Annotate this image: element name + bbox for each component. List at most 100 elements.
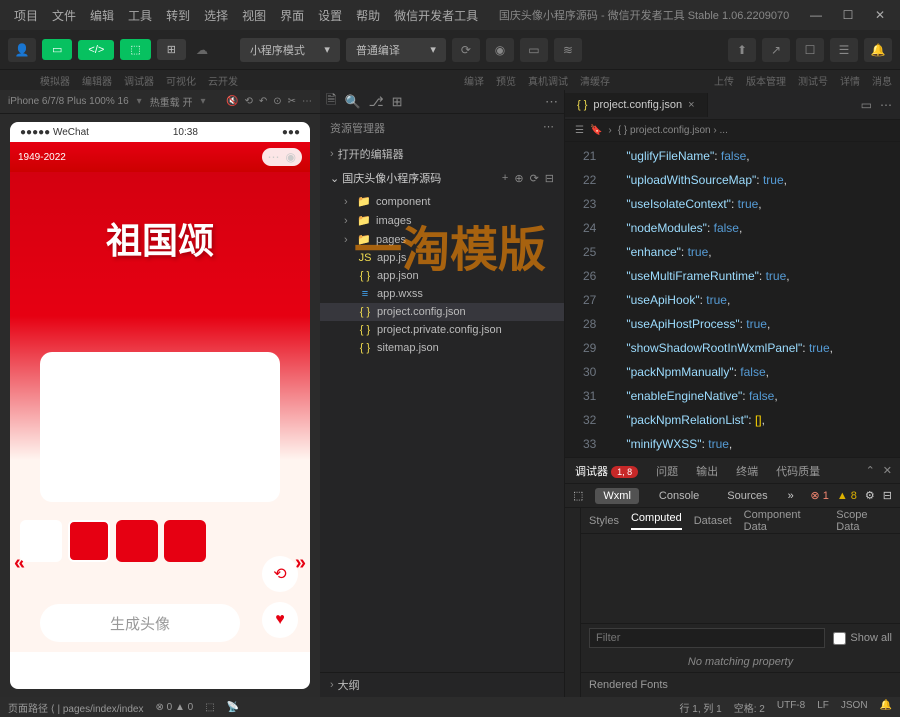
broadcast-icon[interactable]: 📡: [227, 702, 239, 713]
menu-item[interactable]: 设置: [312, 3, 348, 28]
close-panel-icon[interactable]: ✕: [883, 464, 892, 477]
folder-item[interactable]: ›📁component: [320, 192, 564, 211]
ext-icon[interactable]: ⊞: [392, 94, 403, 110]
files-icon[interactable]: 🗎: [326, 91, 336, 113]
mute-icon[interactable]: 🔇: [226, 96, 238, 107]
cursor-position[interactable]: 行 1, 列 1: [679, 700, 721, 715]
outline-section[interactable]: ›大纲: [320, 673, 564, 697]
editor-tab[interactable]: { } project.config.json ×: [565, 93, 708, 117]
menu-item[interactable]: 视图: [236, 3, 272, 28]
close-button[interactable]: ✕: [868, 3, 892, 27]
more-icon[interactable]: ⋯: [545, 94, 558, 110]
file-item[interactable]: ≡app.wxss: [320, 285, 564, 303]
sources-tab[interactable]: Sources: [719, 488, 775, 504]
preview-button[interactable]: ◉: [486, 38, 514, 62]
warning-count[interactable]: ▲ 8: [837, 490, 857, 502]
dock-icon[interactable]: ⊟: [883, 489, 892, 502]
scene-icon[interactable]: ⬚: [205, 702, 214, 713]
menu-item[interactable]: 界面: [274, 3, 310, 28]
refresh-icon[interactable]: ⟳: [530, 172, 539, 185]
menu-item[interactable]: 工具: [122, 3, 158, 28]
output-tab[interactable]: 输出: [694, 459, 720, 483]
status-errors[interactable]: ⊗ 0 ▲ 0: [155, 702, 193, 713]
explorer-more-icon[interactable]: ⋯: [543, 120, 554, 136]
more-icon[interactable]: ⋯: [302, 96, 312, 107]
cloud-dev-label[interactable]: ☁: [196, 43, 208, 57]
chevron-up-icon[interactable]: ⌃: [866, 464, 875, 477]
bookmark-icon[interactable]: 🔖: [590, 125, 602, 136]
menu-item[interactable]: 帮助: [350, 3, 386, 28]
filter-input[interactable]: [589, 628, 825, 648]
notifications-button[interactable]: 🔔: [864, 38, 892, 62]
page-path[interactable]: 页面路径 ⟨ | pages/index/index: [8, 700, 143, 715]
scope-data-tab[interactable]: Scope Data: [836, 509, 892, 533]
new-file-icon[interactable]: +: [502, 172, 508, 185]
crumb-item[interactable]: { } project.config.json › ...: [618, 125, 728, 136]
like-fab[interactable]: ♥: [262, 602, 298, 638]
gear-icon[interactable]: ⚙: [865, 489, 875, 502]
dataset-tab[interactable]: Dataset: [694, 515, 732, 527]
phone-simulator[interactable]: ●●●●● WeChat 10:38 ●●● 1949-2022 ⋯ ◉ 祖国颂…: [10, 122, 310, 689]
folder-item[interactable]: ›📁pages: [320, 230, 564, 249]
indent-setting[interactable]: 空格: 2: [734, 700, 765, 715]
upload-button[interactable]: ⬆: [728, 38, 756, 62]
issues-tab[interactable]: 问题: [654, 459, 680, 483]
share-fab[interactable]: ⟲: [262, 556, 298, 592]
eol[interactable]: LF: [817, 700, 829, 715]
file-item[interactable]: { }sitemap.json: [320, 339, 564, 357]
open-editors-section[interactable]: ›打开的编辑器: [320, 142, 564, 166]
inspect-icon[interactable]: ⬚: [573, 489, 583, 502]
close-tab-icon[interactable]: ×: [688, 99, 694, 111]
code-editor[interactable]: 212223242526272829303132333435 "uglifyFi…: [565, 142, 900, 457]
compile-dropdown[interactable]: 普通编译▾: [346, 38, 446, 62]
thumb-4[interactable]: [164, 520, 206, 562]
debugger-tab[interactable]: 调试器 1, 8: [573, 459, 640, 483]
file-item[interactable]: { }app.json: [320, 267, 564, 285]
thumb-1[interactable]: [20, 520, 62, 562]
rendered-fonts-section[interactable]: Rendered Fonts: [581, 672, 900, 697]
language-mode[interactable]: JSON: [841, 700, 868, 715]
computed-tab[interactable]: Computed: [631, 512, 682, 530]
encoding[interactable]: UTF-8: [777, 700, 805, 715]
menu-item[interactable]: 选择: [198, 3, 234, 28]
more-icon[interactable]: ⋯: [880, 98, 892, 112]
details-button[interactable]: ☰: [830, 38, 858, 62]
wxml-tab[interactable]: Wxml: [595, 488, 639, 504]
thumb-2[interactable]: [68, 520, 110, 562]
remote-debug-button[interactable]: ▭: [520, 38, 548, 62]
debugger-toggle[interactable]: ⬚: [120, 39, 150, 60]
hotreload-toggle[interactable]: 热重载 开: [150, 94, 193, 109]
quality-tab[interactable]: 代码质量: [774, 459, 822, 483]
editor-toggle[interactable]: </>: [78, 40, 114, 60]
menu-dots-icon[interactable]: ⋯: [268, 150, 280, 164]
split-icon[interactable]: ▭: [861, 98, 872, 112]
error-count[interactable]: ⊗ 1: [810, 489, 828, 502]
branch-icon[interactable]: ⎇: [369, 94, 384, 110]
compile-button[interactable]: ⟳: [452, 38, 480, 62]
test-account-button[interactable]: ☐: [796, 38, 824, 62]
minimize-button[interactable]: —: [804, 3, 828, 27]
maximize-button[interactable]: ☐: [836, 3, 860, 27]
version-button[interactable]: ↗: [762, 38, 790, 62]
menu-item[interactable]: 文件: [46, 3, 82, 28]
bell-icon[interactable]: 🔔: [880, 700, 892, 715]
file-item[interactable]: { }project.config.json: [320, 303, 564, 321]
avatar-preview-card[interactable]: [40, 352, 280, 502]
capsule-button[interactable]: ⋯ ◉: [262, 148, 302, 166]
styles-tab[interactable]: Styles: [589, 515, 619, 527]
search-icon[interactable]: 🔍: [344, 94, 360, 110]
file-item[interactable]: JSapp.js: [320, 249, 564, 267]
thumb-3[interactable]: [116, 520, 158, 562]
close-circle-icon[interactable]: ◉: [286, 150, 296, 164]
cut-icon[interactable]: ✂: [288, 96, 296, 107]
mode-dropdown[interactable]: 小程序模式▾: [240, 38, 340, 62]
back-icon[interactable]: ↶: [259, 96, 267, 107]
file-item[interactable]: { }project.private.config.json: [320, 321, 564, 339]
menu-item[interactable]: 微信开发者工具: [388, 3, 484, 28]
menu-item[interactable]: 项目: [8, 3, 44, 28]
menu-item[interactable]: 编辑: [84, 3, 120, 28]
component-data-tab[interactable]: Component Data: [744, 509, 825, 533]
rotate-icon[interactable]: ⟲: [244, 96, 252, 107]
simulator-toggle[interactable]: ▭: [42, 39, 72, 60]
avatar-icon[interactable]: 👤: [8, 38, 36, 62]
